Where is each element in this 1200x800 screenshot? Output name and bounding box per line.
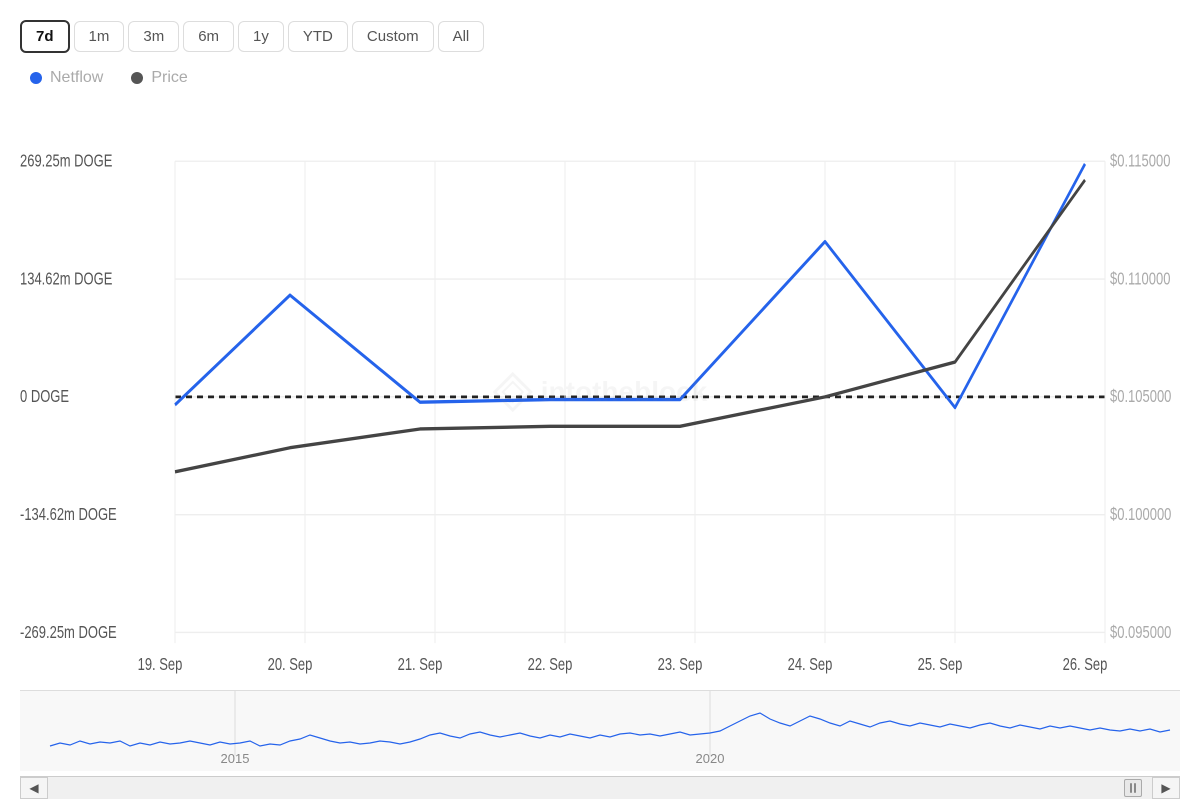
svg-text:269.25m DOGE: 269.25m DOGE (20, 152, 112, 171)
time-btn-7d[interactable]: 7d (20, 20, 70, 53)
time-btn-ytd[interactable]: YTD (288, 21, 348, 52)
svg-text:23. Sep: 23. Sep (658, 655, 703, 674)
handle-lines (1130, 783, 1136, 793)
handle-line-2 (1134, 783, 1136, 793)
nav-right-btn[interactable]: ▶ (1152, 777, 1180, 799)
svg-text:-269.25m DOGE: -269.25m DOGE (20, 623, 117, 642)
time-btn-custom[interactable]: Custom (352, 21, 434, 52)
svg-text:$0.115000: $0.115000 (1110, 152, 1170, 171)
legend-netflow: Netflow (30, 69, 103, 87)
svg-text:20. Sep: 20. Sep (268, 655, 313, 674)
svg-text:$0.110000: $0.110000 (1110, 270, 1170, 289)
svg-text:19. Sep: 19. Sep (138, 655, 183, 674)
mini-nav: ◀ ▶ (20, 776, 1180, 798)
nav-left-btn[interactable]: ◀ (20, 777, 48, 799)
netflow-dot (30, 72, 42, 84)
time-btn-3m[interactable]: 3m (128, 21, 179, 52)
legend-price: Price (131, 69, 187, 87)
price-line (175, 180, 1085, 472)
netflow-line (175, 164, 1085, 408)
svg-text:21. Sep: 21. Sep (398, 655, 443, 674)
mini-chart-svg: 2015 2020 (20, 691, 1180, 771)
nav-handle[interactable] (1124, 779, 1142, 797)
time-btn-1y[interactable]: 1y (238, 21, 284, 52)
price-label: Price (151, 69, 187, 87)
svg-text:22. Sep: 22. Sep (528, 655, 573, 674)
svg-text:0 DOGE: 0 DOGE (20, 387, 69, 406)
time-btn-all[interactable]: All (438, 21, 485, 52)
svg-text:$0.095000: $0.095000 (1110, 623, 1171, 642)
nav-track[interactable] (48, 777, 1152, 799)
chart-wrapper: intotheblock 269.25m DOGE 134.62m DOGE 0… (20, 97, 1180, 790)
handle-line-1 (1130, 783, 1132, 793)
legend: Netflow Price (30, 69, 1180, 87)
svg-text:134.62m DOGE: 134.62m DOGE (20, 270, 112, 289)
svg-text:$0.100000: $0.100000 (1110, 505, 1171, 524)
svg-text:26. Sep: 26. Sep (1063, 655, 1108, 674)
mini-chart-area: 2015 2020 ◀ (20, 690, 1180, 790)
price-dot (131, 72, 143, 84)
main-chart-area: intotheblock 269.25m DOGE 134.62m DOGE 0… (20, 97, 1180, 686)
main-container: 7d1m3m6m1yYTDCustomAll Netflow Price int… (0, 0, 1200, 800)
time-btn-6m[interactable]: 6m (183, 21, 234, 52)
svg-text:24. Sep: 24. Sep (788, 655, 833, 674)
time-range-bar: 7d1m3m6m1yYTDCustomAll (20, 20, 1180, 53)
main-chart-svg: 269.25m DOGE 134.62m DOGE 0 DOGE -134.62… (20, 97, 1180, 686)
svg-text:-134.62m DOGE: -134.62m DOGE (20, 505, 117, 524)
svg-text:$0.105000: $0.105000 (1110, 387, 1171, 406)
time-btn-1m[interactable]: 1m (74, 21, 125, 52)
svg-text:25. Sep: 25. Sep (918, 655, 963, 674)
netflow-label: Netflow (50, 69, 103, 87)
